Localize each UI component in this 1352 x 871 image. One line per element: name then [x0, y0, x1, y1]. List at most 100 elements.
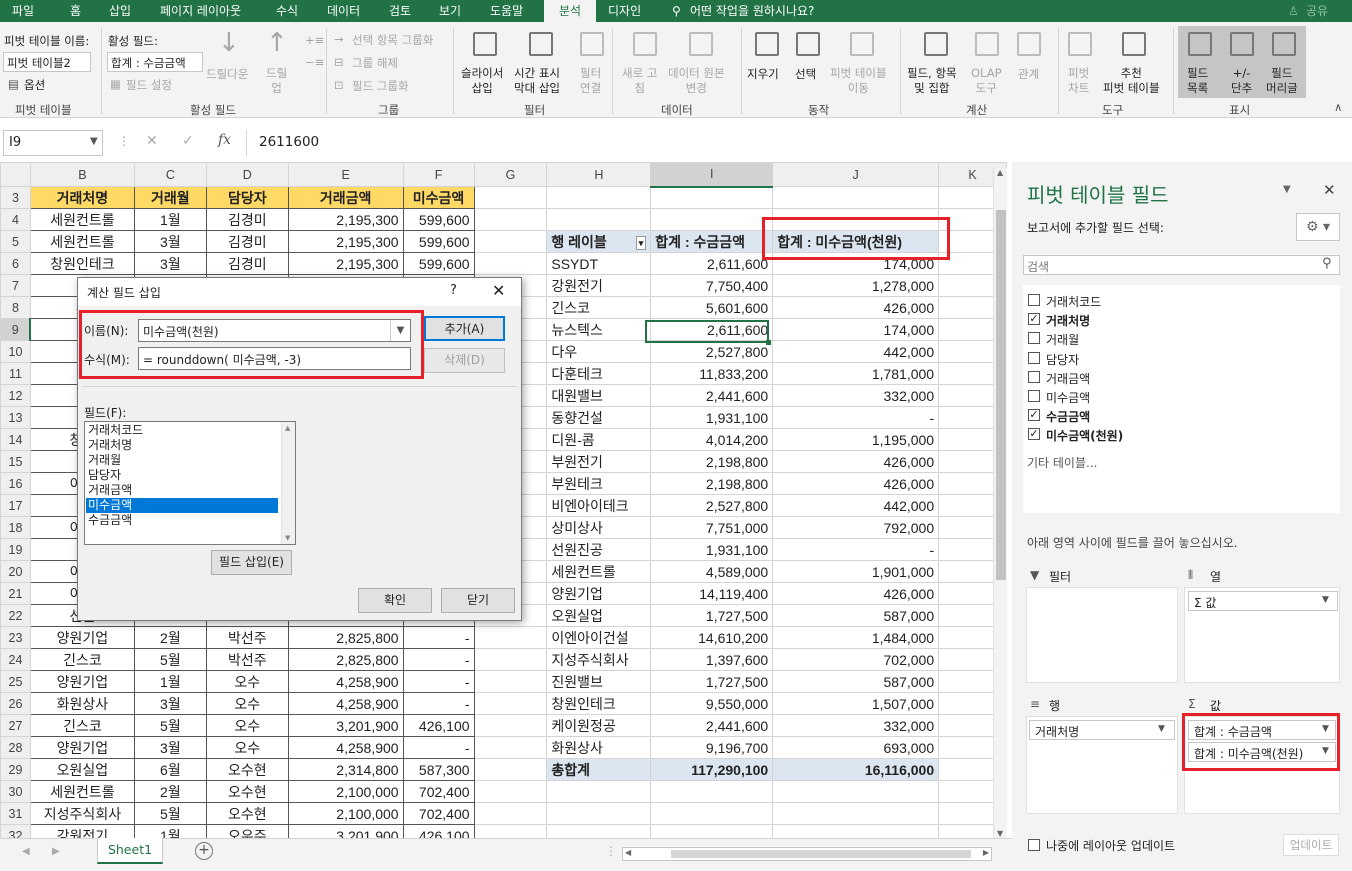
empty-cell[interactable] [473, 736, 548, 759]
pivot-cell[interactable]: 다우 [546, 340, 652, 363]
data-cell[interactable]: 5월 [133, 648, 207, 671]
pivot-cell[interactable]: 4,014,200 [650, 428, 774, 451]
pivot-cell[interactable]: 강원전기 [546, 274, 652, 297]
data-cell[interactable]: 화원상사 [29, 692, 135, 715]
empty-cell[interactable] [772, 802, 940, 825]
pivot-cell[interactable]: 1,507,000 [772, 692, 940, 715]
row-header[interactable]: 12 [0, 384, 31, 407]
pivot-cell[interactable]: 뉴스텍스 [546, 318, 652, 341]
pivot-cell[interactable]: 693,000 [772, 736, 940, 759]
field-label[interactable]: 미수금액(천원) [1046, 427, 1123, 444]
data-cell[interactable]: 702,400 [402, 802, 475, 825]
data-cell[interactable]: 긴스코 [29, 714, 135, 737]
data-cell[interactable]: 양원기업 [29, 626, 135, 649]
more-tables-link[interactable]: 기타 테이블... [1027, 454, 1097, 471]
column-header[interactable]: G [473, 162, 548, 187]
fields-items-sets-button[interactable]: 필드, 항목 및 집합 [907, 66, 957, 96]
chevron-down-icon[interactable]: ▼ [1158, 724, 1165, 734]
pivot-cell[interactable]: 426,000 [772, 296, 940, 319]
data-cell[interactable]: 4,258,900 [287, 670, 404, 693]
data-cell[interactable]: 599,600 [402, 208, 475, 231]
empty-cell[interactable] [473, 670, 548, 693]
field-checkbox[interactable] [1028, 351, 1040, 364]
pivot-cell[interactable]: 9,196,700 [650, 736, 774, 759]
tab-analyze[interactable]: 분석 [544, 0, 596, 22]
row-header[interactable]: 19 [0, 538, 31, 561]
pivot-cell[interactable]: 587,000 [772, 604, 940, 627]
column-header[interactable]: C [133, 162, 207, 187]
list-item[interactable]: 거래처명 [86, 438, 278, 453]
data-cell[interactable]: 2,195,300 [287, 208, 404, 231]
scroll-left-icon[interactable]: ◀ [22, 846, 30, 857]
field-checkbox[interactable]: ✓ [1028, 313, 1040, 326]
pivot-cell[interactable]: 2,527,800 [650, 340, 774, 363]
insert-function-icon[interactable]: fx [218, 132, 231, 148]
pivot-cell[interactable]: 1,931,100 [650, 406, 774, 429]
listbox-scrollbar[interactable]: ▲ ▼ [281, 422, 295, 544]
field-list-button[interactable]: 필드 목록 [1187, 66, 1208, 96]
empty-cell[interactable] [473, 230, 548, 253]
data-cell[interactable]: 3월 [133, 230, 207, 253]
data-header-cell[interactable]: 담당자 [205, 186, 289, 209]
horizontal-scrollbar[interactable]: ◀ ▶ [622, 847, 992, 861]
pivot-cell[interactable]: 지성주식회사 [546, 648, 652, 671]
columns-item[interactable]: Σ 값 [1188, 591, 1338, 611]
column-header[interactable]: D [205, 162, 289, 187]
field-checkbox[interactable]: ✓ [1028, 428, 1040, 441]
pivot-cell[interactable]: 동향건설 [546, 406, 652, 429]
active-field-input[interactable]: 합계 : 수금금액 [107, 52, 203, 72]
data-cell[interactable]: 599,600 [402, 230, 475, 253]
data-cell[interactable]: 599,600 [402, 252, 475, 275]
pivot-cell[interactable]: 다훈테크 [546, 362, 652, 385]
pivot-cell[interactable]: 2,527,800 [650, 494, 774, 517]
pivot-cell[interactable]: 긴스코 [546, 296, 652, 319]
empty-cell[interactable] [473, 186, 548, 209]
pivot-cell[interactable]: 702,000 [772, 648, 940, 671]
pivot-cell[interactable]: 14,119,400 [650, 582, 774, 605]
empty-cell[interactable] [772, 824, 940, 838]
pivot-cell[interactable]: 442,000 [772, 340, 940, 363]
data-cell[interactable]: 오수현 [205, 802, 289, 825]
pivot-cell[interactable]: 7,751,000 [650, 516, 774, 539]
pivot-cell[interactable]: 이엔아이건설 [546, 626, 652, 649]
pivot-cell[interactable]: 부원전기 [546, 450, 652, 473]
empty-cell[interactable] [546, 780, 652, 803]
column-header[interactable]: B [29, 162, 135, 187]
row-header[interactable]: 4 [0, 208, 31, 231]
field-label[interactable]: 담당자 [1046, 351, 1079, 368]
insert-field-button[interactable]: 필드 삽입(E) [211, 550, 292, 575]
data-cell[interactable]: 김경미 [205, 252, 289, 275]
row-header[interactable]: 15 [0, 450, 31, 473]
cancel-icon[interactable]: ✕ [146, 133, 158, 149]
collapse-ribbon-icon[interactable]: ∧ [1334, 100, 1342, 114]
fill-handle[interactable] [766, 340, 771, 345]
pivot-cell[interactable]: 426,000 [772, 472, 940, 495]
empty-cell[interactable] [650, 208, 774, 231]
data-cell[interactable]: 박선주 [205, 648, 289, 671]
field-label[interactable]: 거래처명 [1046, 312, 1090, 329]
ok-button[interactable]: 확인 [358, 588, 432, 613]
empty-cell[interactable] [473, 626, 548, 649]
name-box[interactable]: I9 [3, 130, 103, 156]
change-source-button[interactable]: 데이터 원본 변경 [668, 66, 725, 96]
row-header[interactable]: 7 [0, 274, 31, 297]
pivot-cell[interactable]: 상미상사 [546, 516, 652, 539]
data-cell[interactable]: 2,100,000 [287, 780, 404, 803]
pivot-cell[interactable]: 4,589,000 [650, 560, 774, 583]
empty-cell[interactable] [473, 758, 548, 781]
row-header[interactable]: 8 [0, 296, 31, 319]
pivot-cell[interactable]: 2,441,600 [650, 714, 774, 737]
tab-home[interactable]: 홈 [70, 0, 81, 22]
data-cell[interactable]: 오수 [205, 670, 289, 693]
pane-close-icon[interactable]: ✕ [1323, 181, 1336, 199]
data-cell[interactable]: 3월 [133, 736, 207, 759]
pivot-chart-button[interactable]: 피벗 차트 [1068, 66, 1089, 96]
data-cell[interactable]: 3,201,900 [287, 824, 404, 838]
data-cell[interactable]: 긴스코 [29, 648, 135, 671]
data-cell[interactable]: 2,195,300 [287, 252, 404, 275]
empty-cell[interactable] [546, 824, 652, 838]
pivot-cell[interactable]: 7,750,400 [650, 274, 774, 297]
data-cell[interactable]: 1월 [133, 208, 207, 231]
field-label[interactable]: 미수금액 [1046, 389, 1090, 406]
row-header[interactable]: 30 [0, 780, 31, 803]
